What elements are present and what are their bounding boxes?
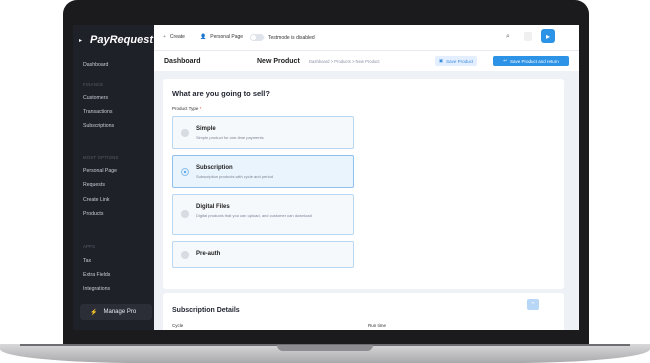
product-type-label: Product Type * xyxy=(172,106,201,111)
testmode-label: Testmode is disabled xyxy=(268,34,315,41)
personal-page-label: Personal Page xyxy=(210,34,244,40)
sidebar-item-integrations[interactable]: Integrations xyxy=(83,286,110,292)
sidebar-item-transactions[interactable]: Transactions xyxy=(83,109,113,115)
sidebar-item-customers[interactable]: Customers xyxy=(83,95,108,101)
create-label: Create xyxy=(169,34,185,40)
sidebar-item-products[interactable]: Products xyxy=(83,211,103,217)
option-title: Digital Files xyxy=(196,204,230,210)
top-bar: + Create 👤 Personal Page Testmode is dis… xyxy=(154,25,579,51)
logo-text: PayRequest xyxy=(90,34,153,46)
bolt-icon: ⚡ xyxy=(90,309,98,316)
sidebar-item-extra-fields[interactable]: Extra Fields xyxy=(83,272,110,278)
user-icon: 👤 xyxy=(200,34,207,40)
option-pre-auth[interactable]: Pre-auth xyxy=(172,241,354,268)
save-return-label: Save Product and return xyxy=(510,58,559,64)
option-title: Subscription xyxy=(196,165,233,171)
option-title: Pre-auth xyxy=(196,251,221,257)
sidebar-item-tax[interactable]: Tax xyxy=(83,258,91,264)
laptop-notch xyxy=(277,345,373,351)
app-screen: ▸ PayRequest » Dashboard FINANCE Custome… xyxy=(73,25,579,330)
option-simple[interactable]: Simple Simple product for one-time payme… xyxy=(172,116,354,149)
sidebar-item-create-link[interactable]: Create Link xyxy=(83,197,110,203)
option-subscription[interactable]: Subscription Subscription products with … xyxy=(172,155,354,188)
sidebar-item-dashboard[interactable]: Dashboard xyxy=(83,62,108,68)
save-icon: ▣ xyxy=(438,58,444,63)
cycle-label: Cycle xyxy=(172,323,184,328)
manage-pro-label: Manage Pro xyxy=(103,309,137,315)
save-label: Save Product xyxy=(446,58,474,64)
required-mark: * xyxy=(199,106,202,111)
page-header: Dashboard New Product Dashboard > Produc… xyxy=(154,51,579,71)
product-type-card: What are you going to sell? Product Type… xyxy=(163,79,564,289)
logo-arrow-icon: ▸ xyxy=(79,37,83,44)
sidebar-section-get-paid: MOST OPTIONS xyxy=(83,155,119,160)
testmode-toggle[interactable]: Testmode is disabled xyxy=(250,34,315,41)
sidebar-item-subscriptions[interactable]: Subscriptions xyxy=(83,123,114,129)
product-type-text: Product Type xyxy=(172,106,199,111)
page-title: New Product xyxy=(257,58,300,65)
create-button[interactable]: + Create xyxy=(163,34,185,40)
manage-pro-button[interactable]: ⚡ Manage Pro xyxy=(80,304,152,320)
save-and-return-button[interactable]: ↩ Save Product and return xyxy=(493,56,569,66)
option-desc: Simple product for one-time payments xyxy=(196,135,264,140)
option-desc: Subscription products with cycle and per… xyxy=(196,174,273,179)
radio-pre-auth[interactable] xyxy=(181,251,189,259)
subscription-title: Subscription Details xyxy=(172,307,240,314)
breadcrumb[interactable]: Dashboard > Products > New Product xyxy=(309,59,380,64)
sidebar-section-apps: APPS xyxy=(83,244,96,249)
main-area: + Create 👤 Personal Page Testmode is dis… xyxy=(154,25,579,330)
app-logo: ▸ PayRequest » xyxy=(79,34,166,46)
sidebar-section-finance: FINANCE xyxy=(83,82,104,87)
sidebar-item-requests[interactable]: Requests xyxy=(83,182,105,188)
option-title: Simple xyxy=(196,126,216,132)
subscription-details-card: Subscription Details ⌃ Cycle Run time xyxy=(163,293,564,330)
search-icon[interactable]: ⌕ xyxy=(506,33,510,41)
sidebar-item-personal-page[interactable]: Personal Page xyxy=(83,168,117,174)
save-product-button[interactable]: ▣ Save Product xyxy=(435,56,477,66)
scroll-top-button[interactable]: ⌃ xyxy=(527,299,539,310)
plus-icon: + xyxy=(163,34,166,40)
avatar[interactable]: ▸ xyxy=(541,29,555,43)
option-desc: Digital products that you can upload, an… xyxy=(196,213,312,218)
dashboard-title: Dashboard xyxy=(164,58,201,65)
question-heading: What are you going to sell? xyxy=(172,89,270,98)
radio-simple[interactable] xyxy=(181,129,189,137)
sidebar: ▸ PayRequest » Dashboard FINANCE Custome… xyxy=(73,25,166,330)
radio-digital-files[interactable] xyxy=(181,210,189,218)
toggle-switch[interactable] xyxy=(250,34,264,41)
option-digital-files[interactable]: Digital Files Digital products that you … xyxy=(172,194,354,235)
radio-subscription[interactable] xyxy=(181,168,189,176)
runtime-label: Run time xyxy=(368,323,387,328)
flag-icon[interactable] xyxy=(524,32,532,41)
return-icon: ↩ xyxy=(503,58,507,63)
personal-page-link[interactable]: 👤 Personal Page xyxy=(200,34,243,40)
